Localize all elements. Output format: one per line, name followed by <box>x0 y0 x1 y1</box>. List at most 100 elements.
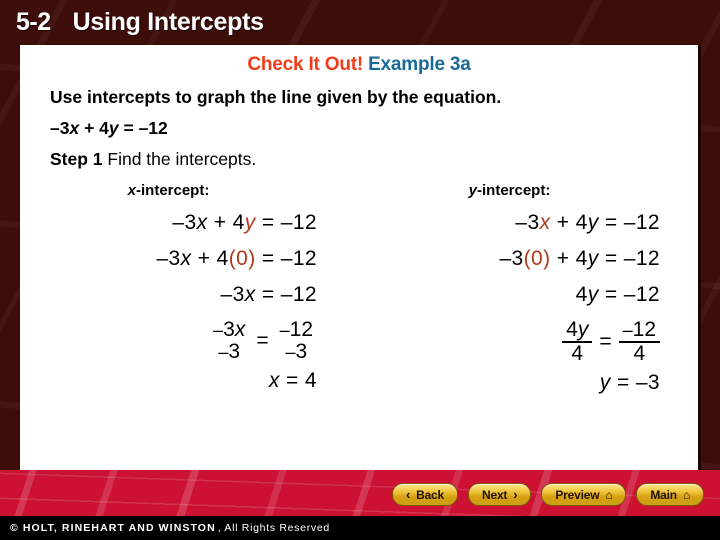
x-intercept-label: x-intercept: <box>20 182 317 199</box>
x-intercept-fraction-left: –3x –3 <box>209 319 249 363</box>
numerator-variable: y <box>577 318 589 342</box>
math-token: –3 <box>220 283 245 307</box>
slide-header: 5-2 Using Intercepts <box>0 0 720 45</box>
y-intercept-line3: 4y = –12 <box>359 283 660 307</box>
x-intercept-label-var: x <box>127 182 136 200</box>
x-intercept-fraction-right: –12 –3 <box>276 319 317 363</box>
minus-sign: – <box>213 320 224 341</box>
numerator-value: 3 <box>223 318 235 342</box>
button-label: Next <box>482 487 508 502</box>
step-line: Step 1 Find the intercepts. <box>50 149 668 170</box>
x-intercept-work: –3x + 4y = –12 –3x + 4(0) = –12 –3x = –12–… <box>20 211 317 393</box>
numerator-value: 12 <box>289 318 313 342</box>
denominator-value: 4 <box>571 341 584 365</box>
y-intercept-line5: y = –3 <box>359 371 660 395</box>
y-intercept-label: y-intercept: <box>359 182 660 199</box>
math-token: = –12 <box>598 247 660 271</box>
preview-button[interactable]: Preview ⌂ <box>541 483 627 506</box>
math-token: = –12 <box>255 283 317 307</box>
math-token: –3 <box>156 247 181 271</box>
math-token: = 4 <box>279 368 317 392</box>
math-token: x <box>539 211 551 235</box>
example-heading: Check It Out! Example 3a <box>20 54 698 76</box>
fraction-numerator: –12 <box>276 319 317 341</box>
y-intercept-line1: –3x + 4y = –12 <box>359 211 660 235</box>
fraction-numerator: –3x <box>209 319 249 341</box>
lesson-number: 5-2 <box>16 8 51 36</box>
math-token: (0) <box>523 247 551 271</box>
given-equation: –3x + 4y = –12 <box>50 118 668 139</box>
math-token: y <box>587 247 599 271</box>
home-icon: ⌂ <box>605 487 613 502</box>
button-label: Main <box>650 487 677 502</box>
equals-sign: = <box>599 329 612 353</box>
math-token: = –12 <box>598 283 660 307</box>
math-token: + 4 <box>207 211 245 235</box>
math-token: = –12 <box>598 211 660 235</box>
math-token: x <box>180 247 192 271</box>
x-intercept-line2: –3x + 4(0) = –12 <box>20 247 317 271</box>
button-label: Preview <box>555 487 600 502</box>
y-intercept-label-rest: -intercept: <box>477 182 551 200</box>
math-token: –3 <box>172 211 197 235</box>
example-label-secondary: Example 3a <box>368 54 471 75</box>
y-intercept-column: y-intercept: –3x + 4y = –12 –3(0) + 4y = … <box>359 182 698 407</box>
equation-x-variable: x <box>69 118 80 139</box>
y-intercept-fraction-right: –12 4 <box>618 318 660 365</box>
y-intercept-work: –3x + 4y = –12 –3(0) + 4y = –12 4y = –12 4y… <box>359 211 660 395</box>
minus-sign: – <box>218 341 229 362</box>
back-button[interactable]: ‹ Back <box>391 483 458 506</box>
slide: 5-2 Using Intercepts Check It Out! Examp… <box>0 0 720 540</box>
step-description: Find the intercepts. <box>107 149 257 170</box>
equation-middle: + 4 <box>79 118 109 139</box>
math-token: –3 <box>515 211 540 235</box>
equation-y-variable: y <box>108 118 119 139</box>
x-intercept-line3: –3x = –12 <box>20 283 317 307</box>
next-button[interactable]: Next › <box>468 483 532 506</box>
numerator-variable: x <box>234 318 246 342</box>
math-token: y <box>587 211 599 235</box>
equals-sign: = <box>256 328 269 352</box>
numerator-value: 12 <box>632 318 656 342</box>
math-token: x <box>244 283 256 307</box>
x-intercept-column: x-intercept: –3x + 4y = –12 –3x + 4(0) = … <box>20 182 359 407</box>
math-token: x <box>268 368 280 392</box>
chevron-left-icon: ‹ <box>405 487 411 502</box>
x-intercept-line5: x = 4 <box>20 369 317 393</box>
fraction-denominator: –3 <box>281 339 311 363</box>
math-token: + 4 <box>550 247 588 271</box>
math-token: = –12 <box>255 211 317 235</box>
math-token: x <box>196 211 208 235</box>
equation-suffix: = –12 <box>118 118 168 139</box>
intercept-columns: x-intercept: –3x + 4y = –12 –3x + 4(0) = … <box>20 182 698 407</box>
x-intercept-fraction-row: –3x –3 = –12 –3 <box>20 319 317 363</box>
content-panel: Check It Out! Example 3a Use intercepts … <box>20 45 701 477</box>
home-icon: ⌂ <box>682 487 690 502</box>
math-token: y <box>587 283 599 307</box>
minus-sign: – <box>285 341 296 362</box>
y-intercept-label-var: y <box>468 182 477 200</box>
copyright-rights: , All Rights Reserved <box>217 522 330 534</box>
denominator-value: 4 <box>633 341 646 365</box>
fraction-denominator: 4 <box>629 341 649 365</box>
x-intercept-label-rest: -intercept: <box>136 182 210 200</box>
button-label: Back <box>416 487 444 502</box>
y-intercept-line2: –3(0) + 4y = –12 <box>359 247 660 271</box>
main-button[interactable]: Main ⌂ <box>636 483 704 506</box>
equation-prefix: –3 <box>50 118 70 139</box>
math-token: –3 <box>499 247 524 271</box>
navigation-bar: ‹ Back Next › Preview ⌂ Main ⌂ <box>0 483 720 506</box>
math-token: 4 <box>575 283 588 307</box>
numerator-value: 4 <box>566 318 578 342</box>
step-label: Step 1 <box>50 149 103 170</box>
math-token: y <box>244 211 256 235</box>
math-token: = –12 <box>255 247 317 271</box>
denominator-value: 3 <box>295 339 308 363</box>
math-token: + 4 <box>191 247 229 271</box>
y-intercept-fraction-row: 4y 4 = –12 4 <box>359 319 660 365</box>
fraction-numerator: 4y <box>562 318 593 343</box>
denominator-value: 3 <box>228 339 241 363</box>
math-token: = –3 <box>610 370 660 394</box>
footer: © HOLT, RINEHART AND WINSTON, All Rights… <box>0 516 720 540</box>
x-intercept-line1: –3x + 4y = –12 <box>20 211 317 235</box>
